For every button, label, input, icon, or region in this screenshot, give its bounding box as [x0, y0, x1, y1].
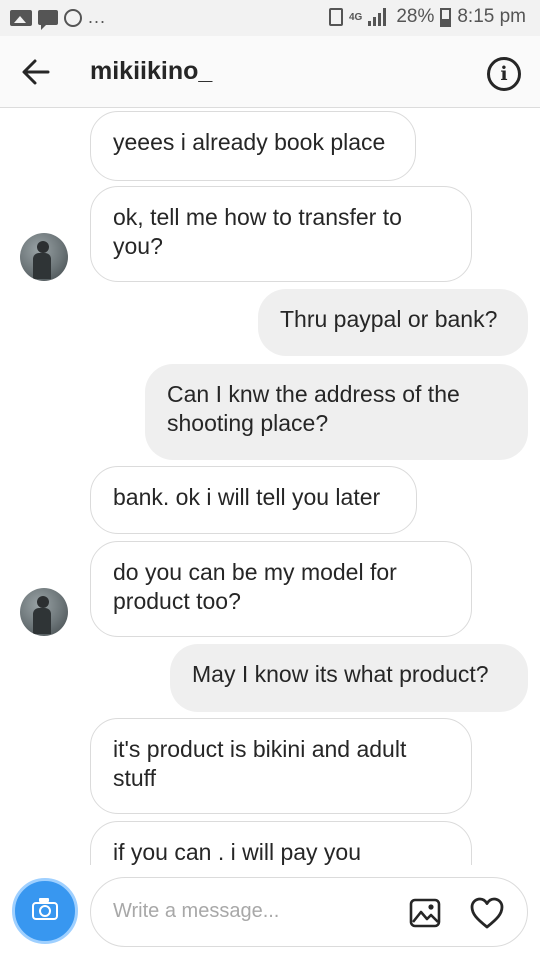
battery-icon — [440, 7, 452, 27]
message-bubble-incoming[interactable]: bank. ok i will tell you later — [90, 466, 417, 534]
back-button[interactable] — [20, 56, 52, 88]
message-text: Can I knw the address of the shooting pl… — [167, 381, 460, 436]
message-notification-icon — [38, 10, 58, 30]
whatsapp-notification-icon — [64, 8, 82, 27]
arrow-left-icon — [22, 59, 50, 85]
message-bubble-outgoing[interactable]: Thru paypal or bank? — [258, 289, 528, 356]
like-button[interactable] — [469, 896, 505, 930]
message-text: ok, tell me how to transfer to you? — [113, 204, 402, 259]
message-text: bank. ok i will tell you later — [113, 484, 381, 510]
gallery-notification-icon — [10, 9, 32, 26]
image-icon — [409, 898, 441, 928]
info-icon: i — [500, 63, 508, 85]
message-bubble-incoming[interactable]: it's product is bikini and adult stuff — [90, 718, 472, 814]
info-button[interactable]: i — [487, 57, 521, 91]
message-text: May I know its what product? — [192, 661, 489, 687]
message-bubble-outgoing[interactable]: Can I knw the address of the shooting pl… — [145, 364, 528, 460]
message-text: Thru paypal or bank? — [280, 306, 498, 332]
network-type: 4G — [348, 11, 363, 23]
gallery-button[interactable] — [409, 897, 441, 929]
message-text: it's product is bikini and adult stuff — [113, 736, 407, 791]
message-bubble-incoming[interactable]: ok, tell me how to transfer to you? — [90, 186, 472, 282]
message-bubble-outgoing[interactable]: May I know its what product? — [170, 644, 528, 712]
message-bubble-incoming[interactable]: do you can be my model for product too? — [90, 541, 472, 637]
message-text: do you can be my model for product too? — [113, 559, 397, 614]
status-bar: ... 4G 28% 8:15 pm — [0, 0, 540, 36]
message-text: if you can . i will pay you — [113, 839, 362, 865]
message-thread[interactable]: yeees i already book place ok, tell me h… — [0, 108, 540, 865]
battery-saver-icon — [328, 8, 343, 26]
sender-avatar[interactable] — [20, 233, 68, 281]
message-bubble-incoming[interactable]: yeees i already book place — [90, 111, 416, 181]
message-bubble-incoming[interactable]: if you can . i will pay you — [90, 821, 472, 865]
message-input-box[interactable] — [90, 877, 528, 947]
message-composer — [0, 866, 540, 960]
sender-avatar[interactable] — [20, 588, 68, 636]
battery-percent: 28% — [396, 6, 435, 27]
conversation-username[interactable]: mikiikino_ — [90, 57, 212, 86]
heart-icon — [470, 897, 504, 929]
clock: 8:15 pm — [457, 6, 526, 27]
camera-button[interactable] — [12, 878, 78, 944]
system-status: 4G 28% 8:15 pm — [328, 6, 526, 28]
message-text: yeees i already book place — [113, 129, 386, 155]
conversation-header: mikiikino_ i — [0, 36, 540, 108]
notification-icons: ... — [10, 7, 107, 30]
signal-icon — [368, 8, 390, 26]
message-input[interactable] — [113, 900, 393, 923]
more-notifications-indicator: ... — [88, 7, 107, 27]
